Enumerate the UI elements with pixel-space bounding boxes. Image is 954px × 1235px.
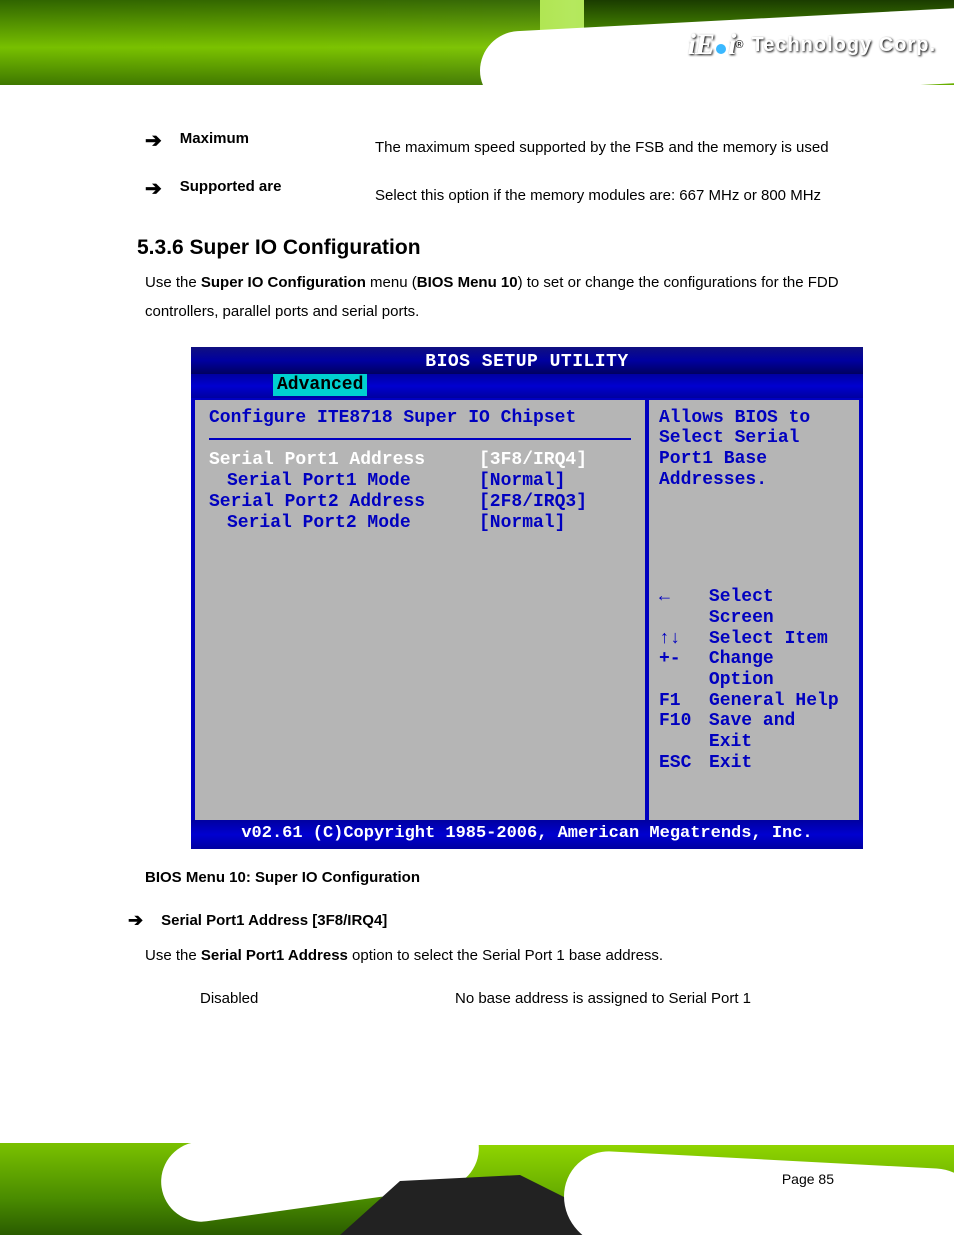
company-name: Technology Corp. — [751, 34, 936, 57]
logo-letter: i — [688, 28, 695, 62]
bios-option-serial2-addr: Serial Port2 Address [2F8/IRQ3] — [209, 492, 631, 512]
key: F10 — [659, 711, 709, 752]
key: ← — [659, 587, 709, 628]
key-row: F10Save and Exit — [659, 711, 849, 752]
registered-mark: ® — [735, 39, 743, 51]
text: Use the — [145, 947, 201, 964]
key: ↑↓ — [659, 629, 709, 650]
option-label: Serial Port1 Address — [209, 450, 479, 470]
text: menu ( — [366, 274, 417, 291]
text: option to select the Serial Port 1 base … — [348, 947, 663, 964]
bios-screenshot: BIOS SETUP UTILITY Advanced Configure IT… — [191, 347, 863, 849]
bios-option-serial1-mode: Serial Port1 Mode [Normal] — [209, 471, 631, 491]
bios-copyright-footer: v02.61 (C)Copyright 1985-2006, American … — [191, 820, 863, 849]
bios-help-text: Allows BIOS to Select Serial Port1 Base … — [659, 408, 849, 491]
key-action: Change Option — [709, 649, 849, 690]
text: Use the — [145, 274, 201, 291]
option-desc: No base address is assigned to Serial Po… — [455, 990, 751, 1007]
bios-tab-advanced: Advanced — [273, 374, 367, 396]
key: F1 — [659, 691, 709, 712]
bold-text: Super IO Configuration — [201, 274, 366, 291]
key-action: Save and Exit — [709, 711, 849, 752]
key-row: +-Change Option — [659, 649, 849, 690]
logo-letter: E — [695, 28, 714, 62]
key-action: General Help — [709, 691, 839, 712]
bios-left-panel: Configure ITE8718 Super IO Chipset Seria… — [195, 400, 649, 820]
swoosh-white-bottom — [0, 85, 954, 112]
section-heading: 5.3.6 Super IO Configuration — [137, 236, 909, 260]
option-name: Disabled — [200, 990, 455, 1007]
logo-letter: i — [728, 28, 735, 62]
bios-body: Configure ITE8718 Super IO Chipset Seria… — [191, 398, 863, 820]
setting-label: Supported are — [180, 178, 285, 195]
menu-reference: BIOS Menu 10 — [417, 274, 518, 291]
key-row: F1General Help — [659, 691, 849, 712]
key-row: ESCExit — [659, 753, 849, 774]
pcb-decoration-left — [0, 0, 540, 95]
key-action: Select Screen — [709, 587, 849, 628]
arrow-right-icon: ➔ — [145, 176, 162, 201]
arrow-right-icon: ➔ — [128, 910, 143, 931]
key: ESC — [659, 753, 709, 774]
top-banner: i E i ® Technology Corp. — [0, 0, 954, 112]
bottom-banner: Page 85 — [0, 1115, 954, 1235]
bios-title-bar: BIOS SETUP UTILITY — [191, 347, 863, 374]
setting-label: Maximum — [180, 130, 285, 147]
setting-desc: Select this option if the memory modules… — [375, 187, 909, 204]
key-row: ↑↓Select Item — [659, 629, 849, 650]
key-action: Select Item — [709, 629, 828, 650]
logo-iei: i E i — [688, 28, 736, 62]
page-content: ➔ Maximum The maximum speed supported by… — [0, 112, 954, 1007]
logo-dot-icon — [716, 44, 726, 54]
option-value: [Normal] — [479, 471, 565, 491]
arrow-right-icon: ➔ — [145, 128, 162, 153]
option-value: [2F8/IRQ3] — [479, 492, 587, 512]
setting-desc: The maximum speed supported by the FSB a… — [375, 139, 909, 156]
sub-option-label: Serial Port1 Address [3F8/IRQ4] — [161, 912, 387, 929]
option-value: [Normal] — [479, 513, 565, 533]
sub-option-serial1: ➔ Serial Port1 Address [3F8/IRQ4] — [128, 912, 909, 931]
option-value: [3F8/IRQ4] — [479, 450, 587, 470]
logo-area: i E i ® Technology Corp. — [688, 28, 936, 62]
option-disabled-row: Disabled No base address is assigned to … — [200, 990, 909, 1007]
key-row: ←Select Screen — [659, 587, 849, 628]
bios-config-title: Configure ITE8718 Super IO Chipset — [209, 408, 631, 440]
bios-tab-bar: Advanced — [191, 374, 863, 398]
bios-option-serial2-mode: Serial Port2 Mode [Normal] — [209, 513, 631, 533]
option-label: Serial Port2 Address — [209, 492, 479, 512]
sub-option-desc: Use the Serial Port1 Address option to s… — [145, 941, 909, 970]
bios-key-help: ←Select Screen ↑↓Select Item +-Change Op… — [659, 587, 849, 773]
key: +- — [659, 649, 709, 690]
section-paragraph: Use the Super IO Configuration menu (BIO… — [145, 268, 909, 327]
figure-caption: BIOS Menu 10: Super IO Configuration — [145, 869, 909, 886]
page-label: Page 85 — [782, 1171, 834, 1187]
option-label: Serial Port1 Mode — [209, 471, 479, 491]
bold-text: Serial Port1 Address — [201, 947, 348, 964]
option-label: Serial Port2 Mode — [209, 513, 479, 533]
bios-option-serial1-addr: Serial Port1 Address [3F8/IRQ4] — [209, 450, 631, 470]
key-action: Exit — [709, 753, 752, 774]
bios-right-panel: Allows BIOS to Select Serial Port1 Base … — [649, 400, 859, 820]
